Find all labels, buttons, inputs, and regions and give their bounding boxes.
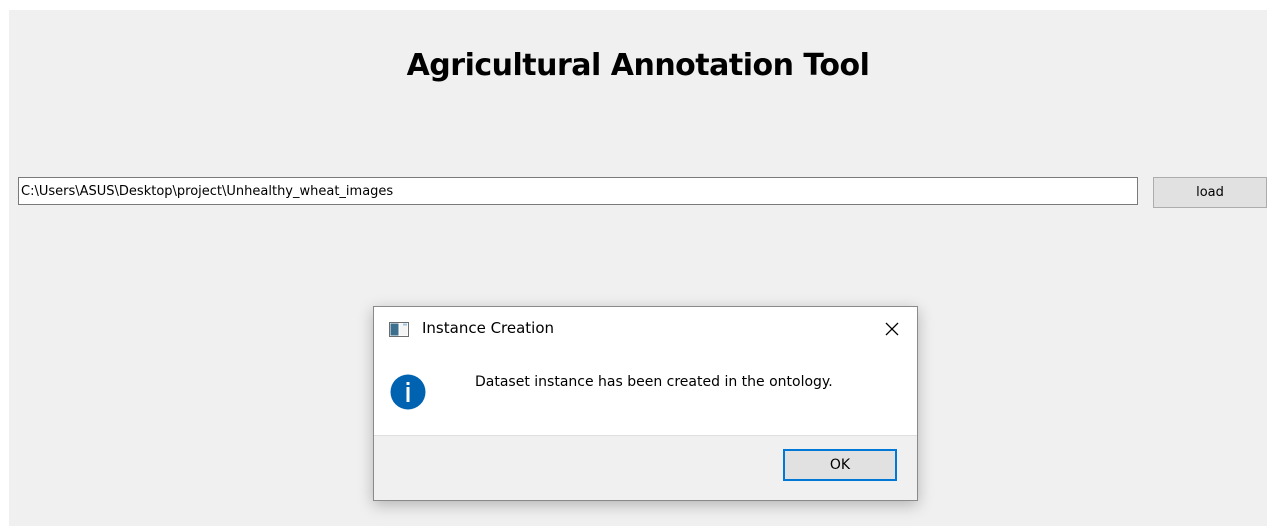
dialog-titlebar[interactable]: Instance Creation	[374, 307, 917, 351]
info-icon	[390, 374, 426, 410]
dialog-footer: OK	[374, 435, 917, 500]
dialog-message: Dataset instance has been created in the…	[475, 374, 833, 390]
close-icon[interactable]	[876, 315, 908, 343]
dialog-body: Dataset instance has been created in the…	[374, 351, 917, 435]
app-title: Agricultural Annotation Tool	[406, 48, 870, 83]
window-app-icon	[389, 322, 409, 337]
instance-creation-dialog: Instance Creation Dataset instance has b…	[373, 306, 918, 501]
folder-path-input[interactable]	[18, 177, 1138, 205]
ok-button[interactable]: OK	[783, 449, 897, 481]
load-button[interactable]: load	[1153, 177, 1267, 208]
dialog-title: Instance Creation	[422, 319, 555, 337]
